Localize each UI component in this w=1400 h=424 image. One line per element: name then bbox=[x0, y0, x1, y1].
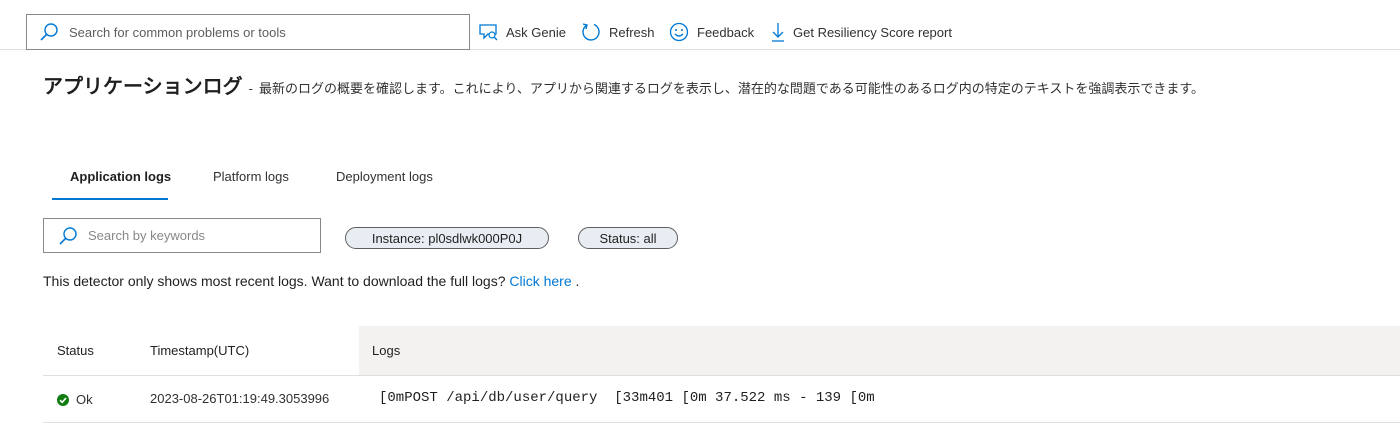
search-icon bbox=[59, 226, 77, 245]
column-header-status[interactable]: Status bbox=[57, 343, 94, 358]
tab-label: Deployment logs bbox=[336, 169, 433, 184]
page-header: アプリケーションログ - 最新のログの概要を確認します。これにより、アプリから関… bbox=[43, 70, 1204, 99]
page-description: 最新のログの概要を確認します。これにより、アプリから関連するログを表示し、潜在的… bbox=[258, 81, 1205, 96]
table-header: Status Timestamp(UTC) Logs bbox=[43, 326, 1400, 376]
column-header-logs[interactable]: Logs bbox=[372, 343, 400, 358]
page-title: アプリケーションログ bbox=[43, 76, 243, 98]
download-logs-link[interactable]: Click here bbox=[509, 273, 571, 289]
timestamp-cell: 2023-08-26T01:19:49.3053996 bbox=[150, 391, 330, 406]
status-cell: Ok bbox=[57, 392, 93, 407]
feedback-label: Feedback bbox=[697, 24, 755, 40]
refresh-icon bbox=[582, 23, 600, 41]
refresh-button[interactable]: Refresh bbox=[581, 20, 655, 44]
download-icon bbox=[772, 23, 784, 42]
ask-genie-label: Ask Genie bbox=[506, 24, 566, 40]
title-separator: - bbox=[248, 81, 253, 96]
instance-filter[interactable]: Instance: pl0sdlwk000P0J bbox=[345, 227, 549, 249]
problem-search-box[interactable] bbox=[26, 14, 470, 50]
ask-genie-button[interactable]: Ask Genie bbox=[479, 20, 566, 44]
table-row[interactable]: Ok 2023-08-26T01:19:49.3053996 [0mPOST /… bbox=[43, 376, 1400, 423]
info-suffix: . bbox=[571, 273, 580, 289]
feedback-button[interactable]: Feedback bbox=[669, 20, 754, 44]
tab-application-logs[interactable]: Application logs bbox=[70, 162, 171, 200]
active-tab-indicator bbox=[52, 198, 168, 200]
info-message: This detector only shows most recent log… bbox=[43, 273, 579, 289]
tab-label: Application logs bbox=[70, 169, 172, 184]
column-header-timestamp[interactable]: Timestamp(UTC) bbox=[150, 343, 249, 358]
resiliency-report-label: Get Resiliency Score report bbox=[793, 24, 952, 40]
smiley-icon bbox=[669, 22, 689, 42]
tab-deployment-logs[interactable]: Deployment logs bbox=[336, 162, 433, 200]
keyword-search-box[interactable] bbox=[43, 218, 321, 253]
status-filter[interactable]: Status: all bbox=[578, 227, 678, 249]
tab-label: Platform logs bbox=[213, 169, 289, 184]
info-text: This detector only shows most recent log… bbox=[43, 273, 510, 289]
status-filter-label: Status: all bbox=[599, 230, 657, 246]
refresh-label: Refresh bbox=[609, 24, 655, 40]
toolbar: Ask Genie Refresh Feedback Get Resilienc… bbox=[0, 0, 1400, 50]
status-text: Ok bbox=[76, 392, 93, 407]
tab-platform-logs[interactable]: Platform logs bbox=[213, 162, 289, 200]
search-icon bbox=[40, 23, 58, 41]
log-cell: [0mPOST /api/db/user/query [33m401 [0m 3… bbox=[379, 390, 875, 406]
instance-filter-label: Instance: pl0sdlwk000P0J bbox=[371, 230, 523, 246]
keyword-search-input[interactable] bbox=[86, 227, 310, 244]
logs-table: Status Timestamp(UTC) Logs Ok 2023-08-26… bbox=[43, 326, 1400, 423]
problem-search-input[interactable] bbox=[67, 23, 451, 41]
logs-column-header-bg bbox=[359, 326, 1400, 375]
success-check-icon bbox=[57, 393, 69, 406]
resiliency-report-button[interactable]: Get Resiliency Score report bbox=[771, 20, 952, 44]
genie-icon bbox=[479, 24, 498, 41]
